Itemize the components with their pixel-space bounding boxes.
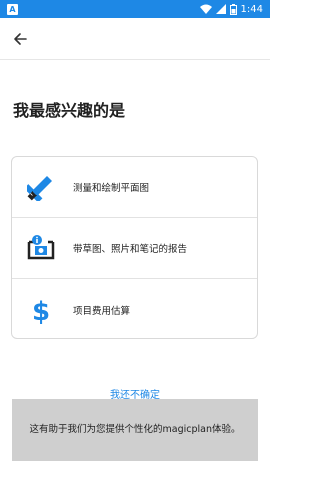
battery-icon — [229, 3, 237, 15]
dollar-icon: $ — [27, 296, 55, 324]
option-label: 项目费用估算 — [73, 305, 131, 317]
notification-badge: A — [7, 3, 18, 15]
info-banner-text: 这有助于我们为您提供个性化的magicplan体验。 — [29, 424, 241, 436]
page-title: 我最感兴趣的是 — [13, 101, 126, 120]
interest-options-card: 测量和绘制平面图 带草图、照片和笔记的报告 $ 项目费用估算 — [11, 156, 258, 339]
status-left: A — [7, 3, 18, 15]
back-button[interactable] — [0, 18, 40, 60]
wifi-icon — [199, 4, 212, 14]
clock: 1:44 — [240, 3, 263, 15]
app-bar — [0, 18, 270, 60]
ruler-pencil-icon — [27, 173, 55, 201]
option-floor-plan[interactable]: 测量和绘制平面图 — [12, 157, 257, 218]
signal-icon — [215, 4, 226, 14]
option-label: 测量和绘制平面图 — [73, 183, 150, 194]
svg-text:$: $ — [32, 297, 50, 324]
arrow-left-icon — [14, 32, 27, 45]
status-right: 1:44 — [199, 3, 263, 15]
status-bar: A 1:44 — [0, 0, 270, 18]
option-label: 带草图、照片和笔记的报告 — [73, 244, 188, 255]
option-estimates[interactable]: $ 项目费用估算 — [12, 279, 257, 338]
option-reports[interactable]: 带草图、照片和笔记的报告 — [12, 218, 257, 279]
info-banner: 这有助于我们为您提供个性化的magicplan体验。 — [12, 399, 258, 461]
camera-info-icon — [27, 234, 55, 262]
